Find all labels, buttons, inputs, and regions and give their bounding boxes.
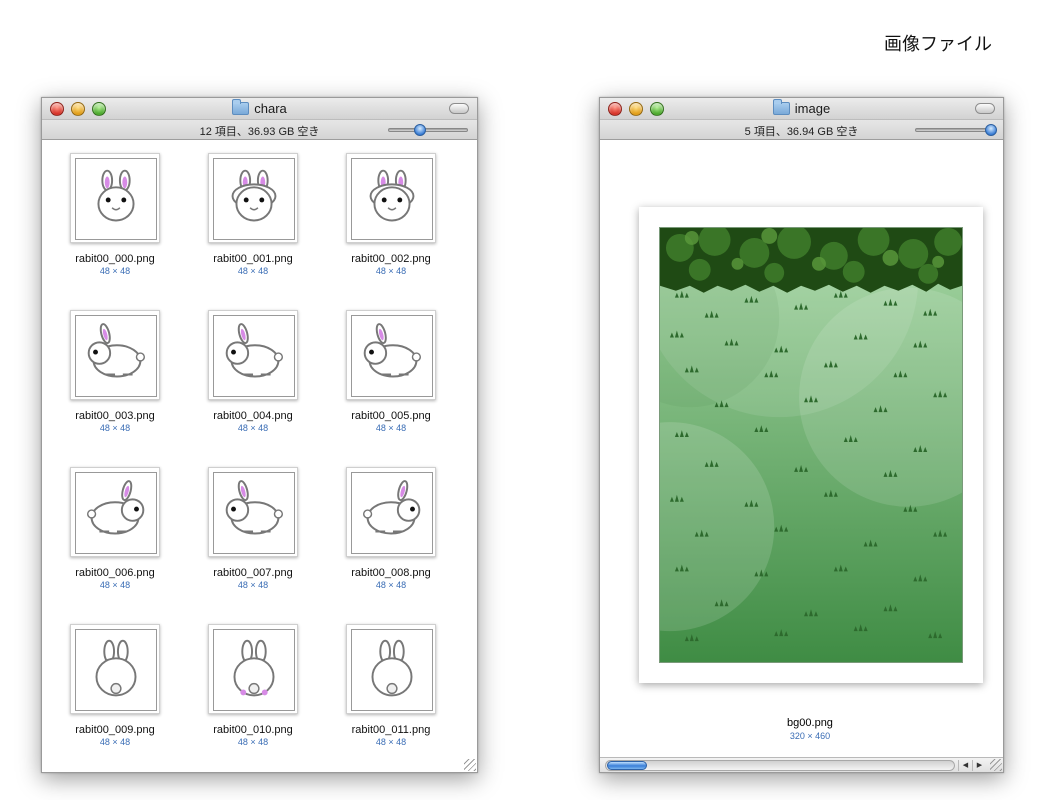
resize-grip-icon[interactable] — [464, 759, 476, 771]
resize-grip-icon[interactable] — [990, 759, 1002, 771]
chara-icon-grid: rabit00_000.png 48 × 48 rabit00_001.png 48 … — [42, 141, 477, 772]
toolbar-toggle-icon[interactable] — [449, 103, 469, 114]
rabbit-sprite-thumbnail[interactable] — [346, 310, 436, 400]
chara-finder-window: chara 12 項目、36.93 GB 空き rabit00_000.png 4… — [41, 97, 478, 773]
image-window-title: image — [600, 99, 1003, 116]
file-name: rabit00_000.png — [75, 253, 155, 265]
bg00-dimensions: 320 × 460 — [789, 731, 831, 741]
file-dimensions: 48 × 48 — [237, 580, 269, 590]
rabbit-sprite-image — [351, 315, 433, 397]
file-dimensions: 48 × 48 — [237, 266, 269, 276]
file-dimensions: 48 × 48 — [375, 266, 407, 276]
chara-titlebar[interactable]: chara — [42, 98, 477, 120]
rabbit-sprite-image — [75, 315, 157, 397]
rabbit-sprite-thumbnail[interactable] — [208, 467, 298, 557]
rabbit-sprite-thumbnail[interactable] — [346, 624, 436, 714]
file-dimensions: 48 × 48 — [237, 423, 269, 433]
grass-background-image — [659, 227, 963, 663]
scroll-right-arrow-icon[interactable]: ▶ — [972, 760, 986, 771]
rabbit-sprite-image — [213, 158, 295, 240]
page-heading: 画像ファイル — [884, 34, 992, 55]
file-name: rabit00_010.png — [213, 724, 293, 736]
horizontal-scrollbar[interactable]: ◀ ▶ — [600, 757, 1003, 772]
rabbit-sprite-image — [351, 158, 433, 240]
chara-icon-size-slider[interactable] — [388, 124, 468, 136]
file-dimensions: 48 × 48 — [375, 423, 407, 433]
file-name: rabit00_011.png — [351, 724, 431, 736]
scroll-thumb[interactable] — [607, 761, 647, 770]
file-name: rabit00_009.png — [75, 724, 155, 736]
rabbit-sprite-image — [75, 472, 157, 554]
bg00-thumbnail[interactable] — [639, 207, 983, 683]
scroll-track[interactable] — [605, 760, 955, 771]
rabbit-sprite-thumbnail[interactable] — [70, 310, 160, 400]
slider-track — [388, 128, 468, 132]
rabbit-sprite-image — [75, 158, 157, 240]
file-dimensions: 48 × 48 — [99, 737, 131, 747]
folder-icon — [772, 99, 790, 115]
rabbit-sprite-thumbnail[interactable] — [208, 153, 298, 243]
rabbit-sprite-thumbnail[interactable] — [346, 153, 436, 243]
rabbit-sprite-thumbnail[interactable] — [208, 310, 298, 400]
slider-knob[interactable] — [414, 124, 426, 136]
image-title-text: image — [794, 101, 831, 116]
toolbar-toggle-icon[interactable] — [975, 103, 995, 114]
file-dimensions: 48 × 48 — [237, 737, 269, 747]
file-name: rabit00_006.png — [75, 567, 155, 579]
file-name: rabit00_005.png — [351, 410, 431, 422]
bg00-filename: bg00.png — [787, 717, 833, 729]
file-name: rabit00_001.png — [213, 253, 293, 265]
rabbit-sprite-image — [213, 315, 295, 397]
chara-status-bar: 12 項目、36.93 GB 空き — [42, 120, 477, 140]
rabbit-sprite-image — [213, 629, 295, 711]
chara-title-text: chara — [254, 101, 287, 116]
image-titlebar[interactable]: image — [600, 98, 1003, 120]
rabbit-sprite-image — [351, 629, 433, 711]
chara-window-title: chara — [42, 99, 477, 116]
file-dimensions: 48 × 48 — [99, 423, 131, 433]
file-dimensions: 48 × 48 — [99, 580, 131, 590]
file-name: rabit00_003.png — [75, 410, 155, 422]
file-dimensions: 48 × 48 — [375, 580, 407, 590]
scroll-left-arrow-icon[interactable]: ◀ — [958, 760, 972, 771]
image-status-bar: 5 項目、36.94 GB 空き — [600, 120, 1003, 140]
image-icon-size-slider[interactable] — [915, 124, 997, 136]
file-name: rabit00_004.png — [213, 410, 293, 422]
file-name: rabit00_008.png — [351, 567, 431, 579]
slider-track — [915, 128, 995, 132]
file-name: rabit00_002.png — [351, 253, 431, 265]
file-dimensions: 48 × 48 — [99, 266, 131, 276]
file-dimensions: 48 × 48 — [375, 737, 407, 747]
image-finder-window: image 5 項目、36.94 GB 空き bg00.png 320 × 46… — [599, 97, 1004, 773]
rabbit-sprite-thumbnail[interactable] — [208, 624, 298, 714]
rabbit-sprite-image — [75, 629, 157, 711]
rabbit-sprite-image — [213, 472, 295, 554]
rabbit-sprite-thumbnail[interactable] — [70, 153, 160, 243]
slider-knob[interactable] — [985, 124, 997, 136]
file-name: rabit00_007.png — [213, 567, 293, 579]
rabbit-sprite-image — [351, 472, 433, 554]
rabbit-sprite-thumbnail[interactable] — [70, 467, 160, 557]
rabbit-sprite-thumbnail[interactable] — [346, 467, 436, 557]
image-icon-area: bg00.png 320 × 460 — [600, 141, 1003, 772]
rabbit-sprite-thumbnail[interactable] — [70, 624, 160, 714]
folder-icon — [232, 99, 250, 115]
